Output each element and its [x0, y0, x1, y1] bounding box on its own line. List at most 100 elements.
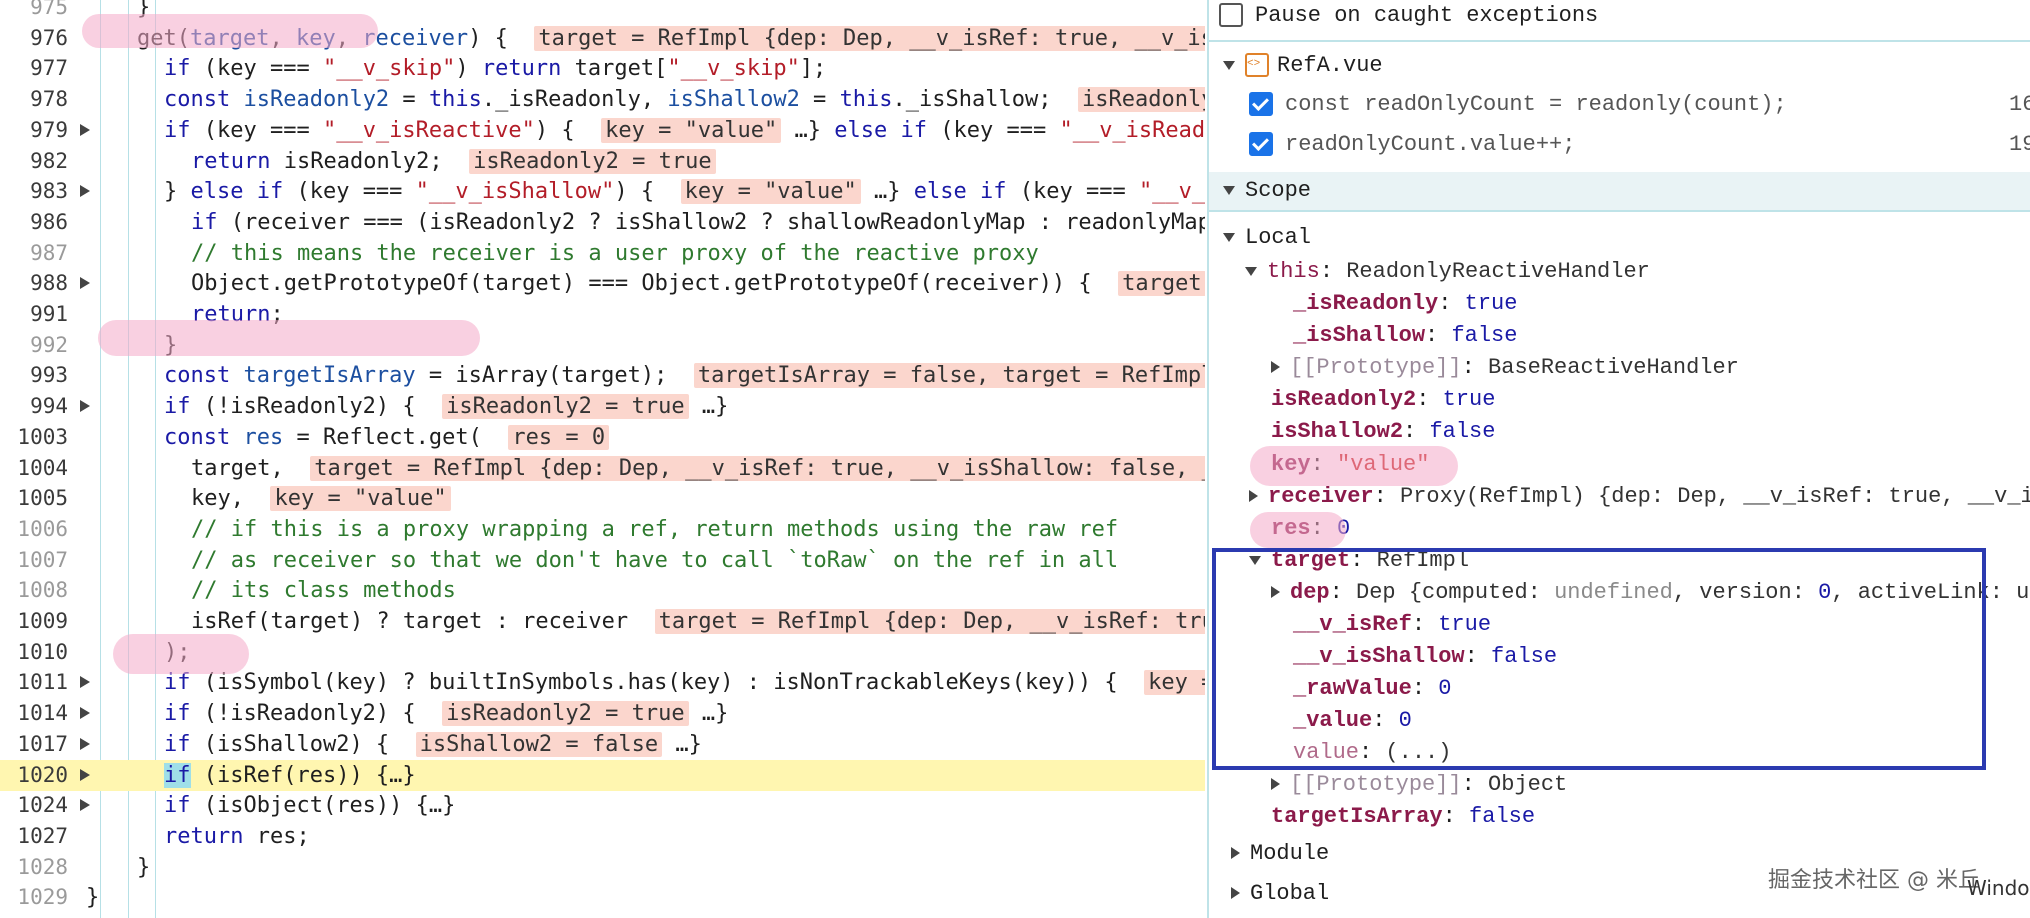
chevron-down-icon[interactable] [1223, 232, 1235, 242]
code-line[interactable]: 983} else if (key === "__v_isShallow") {… [0, 176, 1205, 207]
scope-var-isShallow2[interactable]: isShallow2: false [1209, 416, 2030, 448]
inline-value-badge[interactable]: isReadonly [1077, 87, 1205, 113]
code-line[interactable]: 1004 target, target = RefImpl {dep: Dep, … [0, 453, 1205, 484]
line-number[interactable]: 977 [0, 53, 68, 84]
scope-var-value[interactable]: _value: 0 [1209, 705, 2030, 737]
breakpoint-item[interactable]: const readOnlyCount = readonly(count); 1… [1209, 89, 2030, 121]
code-line[interactable]: 1009 isRef(target) ? target : receiver ta… [0, 606, 1205, 637]
chevron-right-icon[interactable] [1231, 887, 1240, 900]
inline-value-badge[interactable]: res = 0 [508, 424, 610, 450]
inline-value-badge[interactable]: targetIsArray = false, target = RefImpl [693, 363, 1205, 389]
code-line[interactable]: 978 const isReadonly2 = this._isReadonly,… [0, 84, 1205, 115]
breakpoint-item[interactable]: readOnlyCount.value++; 19 [1209, 129, 2030, 161]
pause-caught-row[interactable]: Pause on caught exceptions [1209, 0, 2030, 32]
breakpoint-checkbox[interactable] [1249, 132, 1273, 157]
line-number[interactable]: 1007 [0, 545, 68, 576]
scope-var-isReadonly2[interactable]: isReadonly2: true [1209, 384, 2030, 416]
code-editor[interactable]: 975} 976 get(target, key, receiver) { targ… [0, 0, 1205, 918]
line-number[interactable]: 983 [0, 176, 68, 207]
code-line[interactable]: 986 if (receiver === (isReadonly2 ? isSha… [0, 207, 1205, 238]
line-number[interactable]: 982 [0, 146, 68, 177]
scope-var-target[interactable]: target: RefImpl [1209, 545, 2030, 577]
code-line[interactable]: 1005 key, key = "value" [0, 483, 1205, 514]
inline-value-badge[interactable]: isReadonly2 = true [442, 701, 689, 727]
line-number[interactable]: 1011 [0, 667, 68, 698]
code-line[interactable]: 1027 return res; [0, 821, 1205, 852]
current-execution-line[interactable]: 1020 if (isRef(res)) {…} [0, 759, 1205, 791]
scope-var-res[interactable]: res: 0 [1209, 513, 2030, 545]
code-line[interactable]: 976 get(target, key, receiver) { target =… [0, 23, 1205, 54]
fold-chevron-icon[interactable] [80, 799, 90, 812]
inline-value-badge[interactable]: key = "value" [601, 117, 782, 143]
chevron-down-icon[interactable] [1249, 555, 1261, 565]
code-line[interactable]: 1011 if (isSymbol(key) ? builtInSymbols.h… [0, 667, 1205, 698]
line-number[interactable]: 1005 [0, 483, 68, 514]
line-number[interactable]: 1027 [0, 821, 68, 852]
code-line[interactable]: 1029} [0, 882, 1205, 913]
line-number[interactable]: 975 [0, 0, 68, 23]
pause-caught-checkbox[interactable] [1219, 3, 1243, 28]
fold-chevron-icon[interactable] [80, 277, 90, 290]
inline-value-badge[interactable]: isShallow2 = false [415, 731, 663, 757]
scope-var-value-getter[interactable]: value: (...) [1209, 737, 2030, 769]
inline-value-badge[interactable]: target = RefImpl {dep: Dep, __v_isRef: t… [310, 455, 1205, 481]
code-line[interactable]: 977 if (key === "__v_skip") return target… [0, 53, 1205, 84]
scope-var-isShallow[interactable]: _isShallow: false [1209, 320, 2030, 352]
inline-value-badge[interactable]: isReadonly2 = true [442, 394, 689, 420]
fold-chevron-icon[interactable] [80, 185, 90, 198]
fold-chevron-icon[interactable] [80, 400, 90, 413]
code-line[interactable]: 987 // this means the receiver is a user … [0, 238, 1205, 269]
line-number[interactable]: 1014 [0, 698, 68, 729]
fold-chevron-icon[interactable] [80, 676, 90, 689]
line-number[interactable]: 978 [0, 84, 68, 115]
code-line[interactable]: 991 return; [0, 299, 1205, 330]
line-number[interactable]: 991 [0, 299, 68, 330]
code-line[interactable]: 992} [0, 330, 1205, 361]
line-number[interactable]: 976 [0, 23, 68, 54]
code-line[interactable]: 1007 // as receiver so that we don't have… [0, 545, 1205, 576]
fold-chevron-icon[interactable] [80, 768, 90, 781]
chevron-down-icon[interactable] [1223, 185, 1235, 195]
code-line[interactable]: 994 if (!isReadonly2) { isReadonly2 = tru… [0, 391, 1205, 422]
line-number[interactable]: 1010 [0, 637, 68, 668]
scope-var-prototype[interactable]: [[Prototype]]: Object [1209, 769, 2030, 801]
inline-value-badge[interactable]: isReadonly2 = true [469, 148, 716, 174]
code-line[interactable]: 1024 if (isObject(res)) {…} [0, 790, 1205, 821]
line-number[interactable]: 992 [0, 330, 68, 361]
var-value[interactable]: (...) [1385, 740, 1451, 765]
line-number[interactable]: 994 [0, 391, 68, 422]
inline-value-badge[interactable]: key = "value" [680, 179, 861, 205]
line-number[interactable]: 1028 [0, 852, 68, 883]
code-line[interactable]: 982 return isReadonly2; isReadonly2 = tru… [0, 146, 1205, 177]
fold-chevron-icon[interactable] [80, 737, 90, 750]
line-number[interactable]: 988 [0, 268, 68, 299]
fold-chevron-icon[interactable] [80, 707, 90, 720]
code-line[interactable]: 1008 // its class methods [0, 575, 1205, 606]
line-number[interactable]: 1006 [0, 514, 68, 545]
scope-var-isReadonly[interactable]: _isReadonly: true [1209, 288, 2030, 320]
breakpoints-file-row[interactable]: RefA.vue [1209, 48, 2030, 82]
chevron-right-icon[interactable] [1231, 847, 1240, 860]
inline-value-badge[interactable]: key = [1144, 670, 1205, 696]
line-number[interactable]: 1029 [0, 882, 68, 913]
scope-section-header[interactable]: Scope [1209, 172, 2030, 210]
code-line[interactable]: 1028} [0, 852, 1205, 883]
scope-var-dep[interactable]: dep: Dep {computed: undefined, version: … [1209, 577, 2030, 609]
inline-value-badge[interactable]: key = "value" [270, 486, 451, 512]
fold-chevron-icon[interactable] [80, 123, 90, 136]
chevron-right-icon[interactable] [1271, 361, 1280, 374]
code-line[interactable]: 1006 // if this is a proxy wrapping a ref… [0, 514, 1205, 545]
scope-var-receiver[interactable]: receiver: Proxy(RefImpl) {dep: Dep, __v_… [1209, 481, 2030, 513]
code-line[interactable]: 1010); [0, 637, 1205, 668]
code-line[interactable]: 1003 const res = Reflect.get( res = 0 [0, 422, 1205, 453]
chevron-right-icon[interactable] [1271, 778, 1280, 791]
scope-var-vIsRef[interactable]: __v_isRef: true [1209, 609, 2030, 641]
line-number[interactable]: 1008 [0, 575, 68, 606]
line-number[interactable]: 1003 [0, 422, 68, 453]
chevron-right-icon[interactable] [1271, 586, 1280, 599]
code-line[interactable]: 979 if (key === "__v_isReactive") { key =… [0, 115, 1205, 146]
line-number[interactable]: 987 [0, 238, 68, 269]
line-number[interactable]: 979 [0, 115, 68, 146]
line-number[interactable]: 993 [0, 360, 68, 391]
scope-var-vIsShallow[interactable]: __v_isShallow: false [1209, 641, 2030, 673]
